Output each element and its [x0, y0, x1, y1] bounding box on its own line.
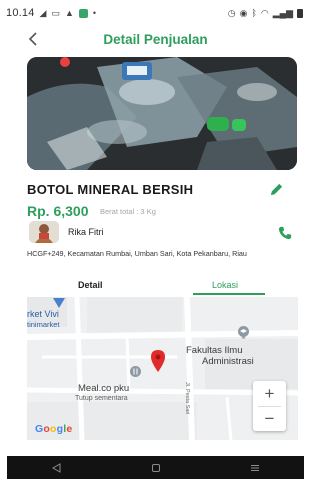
navigation-icon: ◢ [39, 7, 47, 18]
home-square-icon [151, 463, 160, 472]
map-label-administrasi: Administrasi [202, 356, 254, 367]
tab-lokasi[interactable]: Lokasi [212, 280, 238, 290]
location-marker-icon[interactable] [151, 350, 165, 372]
school-pin-icon [238, 326, 249, 339]
avatar [29, 221, 59, 243]
warning-icon: ▲ [64, 8, 74, 18]
status-left: 10.14 ◢ ▭ ▲ • [6, 7, 96, 19]
zoom-control: + − [253, 381, 286, 431]
map-label-market-type: tinimarket [27, 320, 60, 329]
system-nav-bar [7, 456, 304, 479]
product-title: BOTOL MINERAL BERSIH [27, 182, 194, 197]
status-bar: 10.14 ◢ ▭ ▲ • ◷ ◉ ᛒ ◠ ▂▄▆ [0, 0, 311, 26]
recents-lines-icon [250, 464, 259, 471]
page-title: Detail Penjualan [103, 32, 208, 47]
zoom-out-button[interactable]: − [253, 406, 286, 431]
product-weight: Berat total : 3 Kg [100, 207, 156, 216]
call-button[interactable] [276, 224, 294, 242]
status-time: 10.14 [6, 7, 35, 19]
signal-icon: ▂▄▆ [272, 7, 293, 18]
map-label-meal-status: Tutup sementara [75, 395, 128, 402]
active-tab-indicator [193, 293, 265, 295]
back-triangle-icon [51, 462, 60, 473]
pencil-icon [270, 183, 282, 195]
nav-home-button[interactable] [146, 458, 166, 478]
message-icon: ▭ [51, 7, 60, 18]
phone-icon [278, 226, 292, 240]
product-price: Rp. 6,300 [27, 203, 89, 219]
tab-detail[interactable]: Detail [78, 280, 103, 290]
zoom-in-button[interactable]: + [253, 381, 286, 406]
map-label-meal: Meal.co pku [78, 383, 130, 394]
status-right: ◷ ◉ ᛒ ◠ ▂▄▆ [228, 8, 303, 19]
wifi-icon: ◠ [260, 7, 269, 18]
map-label-market: rket Vivi [27, 309, 59, 319]
google-logo: Google [35, 423, 73, 435]
map-label-street: Jl. Pesta Sari [184, 382, 190, 415]
battery-icon [297, 8, 303, 18]
dot-icon: • [92, 8, 97, 18]
seller-address: HCGF+249, Kecamatan Rumbai, Umban Sari, … [27, 249, 247, 258]
edit-button[interactable] [266, 180, 286, 198]
product-photo [27, 57, 297, 170]
app-icon [78, 8, 88, 18]
nav-recents-button[interactable] [245, 458, 265, 478]
market-pin-icon [53, 298, 65, 308]
location-map[interactable]: rket Vivi tinimarket Fakultas Ilmu Admin… [27, 297, 298, 440]
nav-back-button[interactable] [47, 458, 67, 478]
focus-icon: ◉ [239, 7, 248, 18]
seller-name: Rika Fitri [68, 227, 104, 237]
restaurant-pin-icon [130, 366, 141, 377]
bluetooth-icon: ᛒ [251, 8, 257, 18]
alarm-icon: ◷ [227, 7, 236, 18]
header: Detail Penjualan [0, 26, 311, 54]
map-label-fakultas: Fakultas Ilmu [186, 345, 243, 356]
